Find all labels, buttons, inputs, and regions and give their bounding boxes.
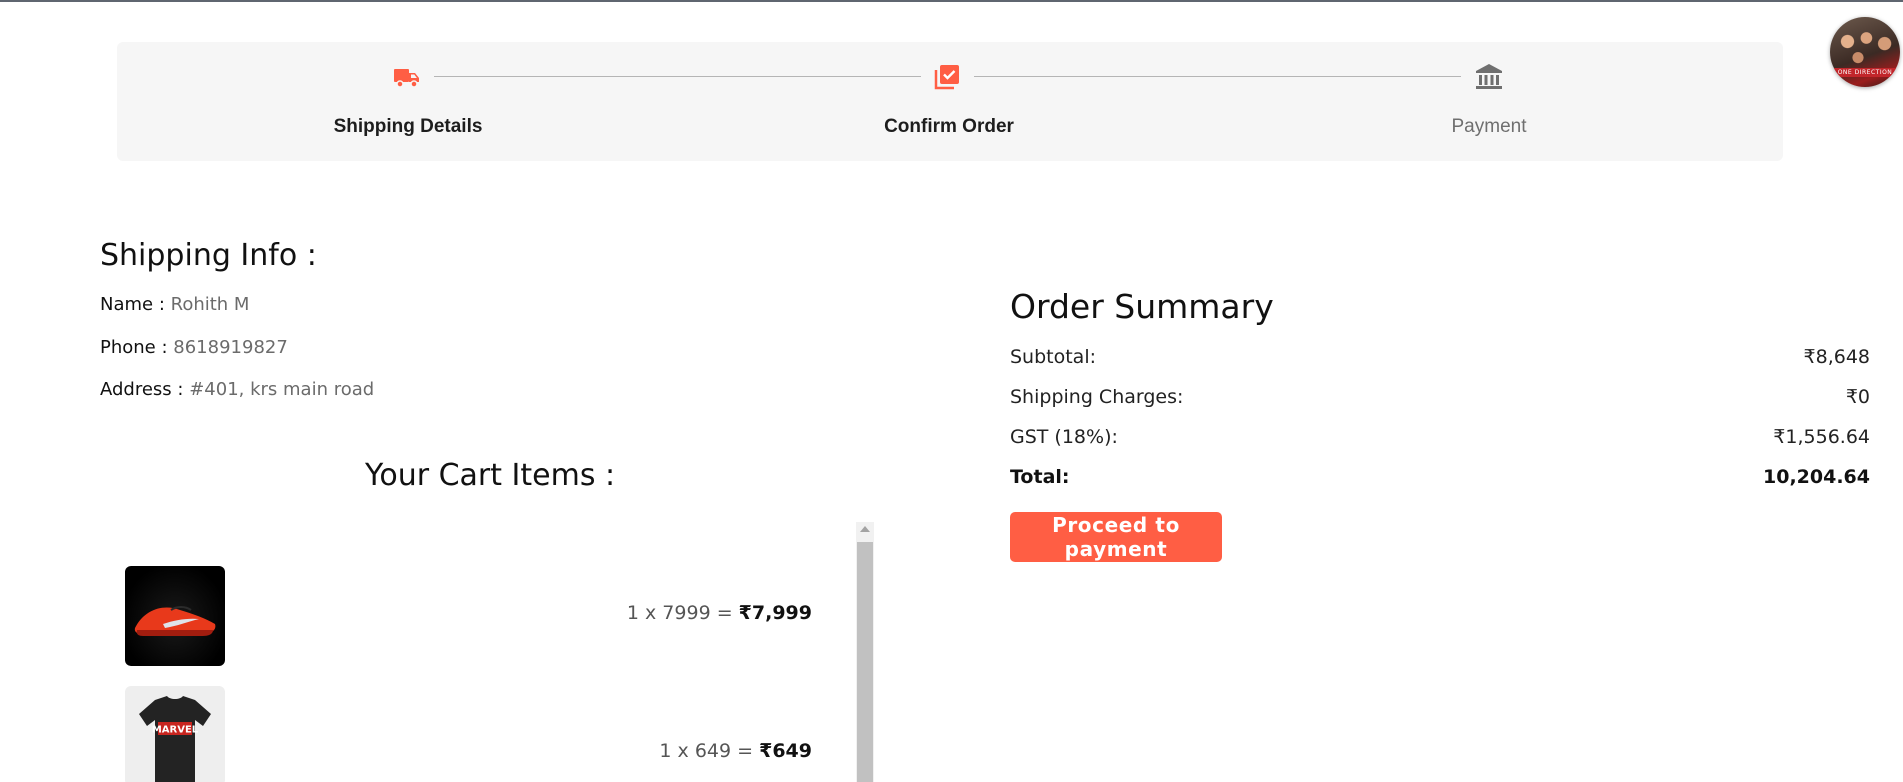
checklist-icon xyxy=(932,62,962,92)
phone-label: Phone : xyxy=(100,337,168,358)
gst-label: GST (18%): xyxy=(1010,426,1118,448)
scroll-up-arrow-icon[interactable] xyxy=(860,526,870,532)
shipping-charges-value: ₹0 xyxy=(1845,386,1870,408)
proceed-to-payment-button[interactable]: Proceed to payment xyxy=(1010,512,1222,562)
truck-icon xyxy=(392,62,422,92)
cart-items-list[interactable]: 1 x 7999 = ₹7,999 MARVEL 1 x 649 = ₹649 xyxy=(100,522,856,782)
shipping-name-row: Name : Rohith M xyxy=(100,294,249,315)
cart-item-price: 1 x 649 = ₹649 xyxy=(659,740,812,762)
step-connector xyxy=(974,76,1461,77)
bank-icon xyxy=(1474,62,1504,92)
cart-scrollbar[interactable] xyxy=(856,522,874,782)
address-label: Address : xyxy=(100,379,184,400)
total-label: Total: xyxy=(1010,466,1070,488)
svg-text:MARVEL: MARVEL xyxy=(152,725,199,736)
checkout-stepper: Shipping Details Confirm Order Payment xyxy=(117,42,1783,161)
cart-item-qty: 1 x 649 = xyxy=(659,740,754,762)
gst-row: GST (18%): ₹1,556.64 xyxy=(1010,426,1870,448)
address-value: #401, krs main road xyxy=(189,379,375,400)
shipping-phone-row: Phone : 8618919827 xyxy=(100,337,288,358)
subtotal-label: Subtotal: xyxy=(1010,346,1097,368)
step-label-shipping: Shipping Details xyxy=(333,116,483,137)
name-value: Rohith M xyxy=(170,294,250,315)
gst-value: ₹1,556.64 xyxy=(1773,426,1870,448)
phone-value: 8618919827 xyxy=(173,337,288,358)
subtotal-row: Subtotal: ₹8,648 xyxy=(1010,346,1870,368)
shipping-charges-row: Shipping Charges: ₹0 xyxy=(1010,386,1870,408)
shipping-info-heading: Shipping Info : xyxy=(100,238,317,273)
cart-item-total: ₹649 xyxy=(759,740,812,762)
cart-item-qty: 1 x 7999 = xyxy=(626,602,733,624)
user-avatar[interactable]: ONE DIRECTION xyxy=(1830,17,1900,87)
avatar-caption: ONE DIRECTION xyxy=(1830,68,1900,77)
step-label-payment: Payment xyxy=(1451,116,1527,137)
step-connector xyxy=(434,76,921,77)
name-label: Name : xyxy=(100,294,165,315)
cart-items-heading: Your Cart Items : xyxy=(365,458,616,493)
cart-item[interactable]: 1 x 7999 = ₹7,999 xyxy=(100,566,840,666)
total-value: 10,204.64 xyxy=(1763,466,1870,488)
cart-item-total: ₹7,999 xyxy=(738,602,812,624)
cart-item-price: 1 x 7999 = ₹7,999 xyxy=(627,602,812,624)
window-top-border xyxy=(0,0,1903,2)
product-image-tshirt[interactable]: MARVEL xyxy=(125,686,225,782)
product-image-sneaker[interactable] xyxy=(125,566,225,666)
scrollbar-thumb[interactable] xyxy=(857,542,873,782)
shipping-charges-label: Shipping Charges: xyxy=(1010,386,1184,408)
order-summary-heading: Order Summary xyxy=(1010,287,1274,326)
cart-item[interactable]: MARVEL 1 x 649 = ₹649 xyxy=(100,686,840,782)
shipping-address-row: Address : #401, krs main road xyxy=(100,379,374,400)
total-row: Total: 10,204.64 xyxy=(1010,466,1870,488)
step-label-confirm: Confirm Order xyxy=(884,116,1014,137)
subtotal-value: ₹8,648 xyxy=(1803,346,1870,368)
